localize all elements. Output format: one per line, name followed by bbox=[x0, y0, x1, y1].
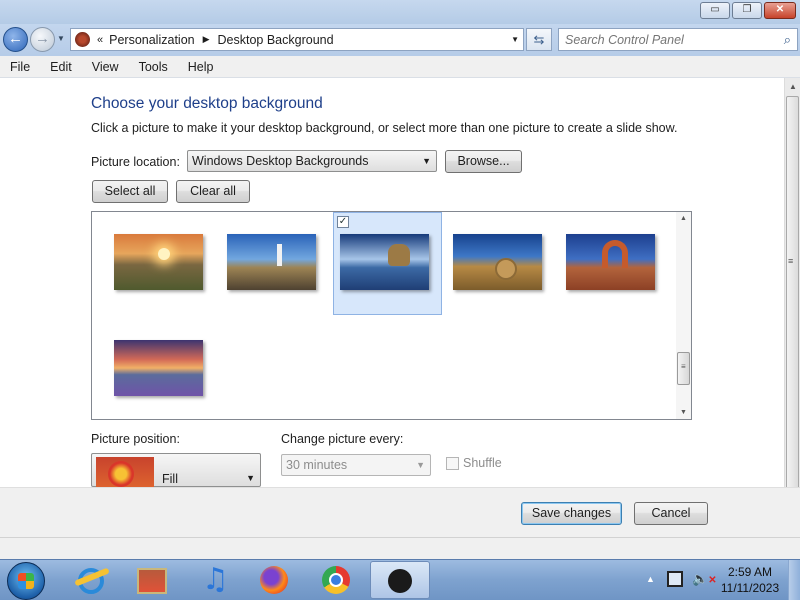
wallpaper-hay-bale[interactable] bbox=[453, 234, 542, 290]
page-scroll-thumb[interactable] bbox=[786, 96, 799, 500]
chevron-down-icon: ▼ bbox=[416, 460, 425, 470]
gallery-scrollbar[interactable]: ▲ ≡ ▼ bbox=[676, 212, 691, 419]
breadcrumb-separator-icon[interactable]: ▶ bbox=[203, 34, 210, 45]
change-picture-every-label: Change picture every: bbox=[281, 432, 404, 446]
minimize-button[interactable]: ▭ bbox=[700, 2, 730, 19]
back-button[interactable]: ← bbox=[3, 27, 28, 52]
history-dropdown-icon[interactable]: ▼ bbox=[57, 34, 65, 43]
page-description: Click a picture to make it your desktop … bbox=[91, 121, 678, 135]
picture-position-select[interactable]: Fill ▼ bbox=[91, 453, 261, 497]
select-all-button[interactable]: Select all bbox=[92, 180, 168, 203]
arch-shape bbox=[602, 240, 628, 268]
browse-button[interactable]: Browse... bbox=[445, 150, 522, 173]
maximize-button[interactable]: ❐ bbox=[732, 2, 762, 19]
menu-edit[interactable]: Edit bbox=[40, 60, 82, 74]
tray-overflow-icon[interactable]: ▲ bbox=[646, 574, 655, 584]
chrome-center bbox=[329, 573, 343, 587]
firefox-icon[interactable] bbox=[249, 561, 299, 599]
address-bar[interactable]: « Personalization ▶ Desktop Background ▼ bbox=[70, 28, 524, 51]
tile-checkbox[interactable]: ✓ bbox=[337, 216, 349, 228]
search-box: ⌕ bbox=[558, 28, 798, 51]
clock-date: 11/11/2023 bbox=[720, 581, 780, 595]
menu-view[interactable]: View bbox=[82, 60, 129, 74]
close-button[interactable]: ✕ bbox=[764, 2, 796, 19]
windows-start-icon[interactable] bbox=[7, 562, 45, 600]
change-picture-every-value: 30 minutes bbox=[286, 458, 348, 472]
wallpaper-lake-rock[interactable] bbox=[340, 234, 429, 290]
volume-muted-icon[interactable]: 🔈✕ bbox=[692, 571, 717, 587]
gallery-scroll-thumb[interactable]: ≡ bbox=[677, 352, 690, 385]
forward-arrow-icon: → bbox=[35, 30, 50, 47]
scroll-up-icon[interactable]: ▲ bbox=[680, 215, 687, 222]
wallpaper-sunset-mountains[interactable] bbox=[114, 234, 203, 290]
search-icon[interactable]: ⌕ bbox=[784, 32, 791, 48]
chrome-logo bbox=[322, 566, 350, 594]
grip-icon: ≡ bbox=[681, 362, 686, 371]
store-box bbox=[137, 568, 167, 594]
refresh-icon: ⇆ bbox=[533, 32, 545, 47]
clock-time: 2:59 AM bbox=[727, 565, 773, 579]
system-clock[interactable]: 2:59 AM 11/11/2023 bbox=[718, 564, 782, 596]
menu-bar: File Edit View Tools Help bbox=[0, 56, 800, 78]
window-controls: ▭ ❐ ✕ bbox=[700, 2, 796, 19]
store-icon[interactable] bbox=[127, 561, 177, 599]
picture-location-value: Windows Desktop Backgrounds bbox=[192, 154, 369, 168]
rock-shape bbox=[388, 244, 410, 266]
show-desktop-button[interactable] bbox=[788, 560, 800, 600]
back-arrow-icon: ← bbox=[8, 30, 23, 47]
shuffle-label: Shuffle bbox=[463, 456, 502, 470]
control-panel-icon bbox=[75, 32, 90, 47]
breadcrumb-desktop-background[interactable]: Desktop Background bbox=[218, 33, 334, 47]
picture-location-label: Picture location: bbox=[91, 155, 180, 169]
navigation-bar: ← → ▼ « Personalization ▶ Desktop Backgr… bbox=[0, 24, 800, 56]
address-dropdown-icon[interactable]: ▼ bbox=[511, 35, 519, 44]
firefox-logo bbox=[260, 566, 288, 594]
scroll-down-icon[interactable]: ▼ bbox=[680, 409, 687, 416]
picture-position-label: Picture position: bbox=[91, 432, 180, 446]
windows-logo bbox=[18, 573, 34, 589]
grip-icon: ≡ bbox=[788, 256, 794, 266]
picture-location-select[interactable]: Windows Desktop Backgrounds ▼ bbox=[187, 150, 437, 172]
wallpaper-delicate-arch[interactable] bbox=[566, 234, 655, 290]
taskbar: ♫ ▲ 🔈✕ 2:59 AM 11/11/2023 bbox=[0, 559, 800, 600]
action-footer: Save changes Cancel bbox=[0, 487, 800, 537]
control-panel-taskbar-icon[interactable] bbox=[370, 561, 430, 599]
page-scrollbar[interactable]: ▲ ≡ bbox=[784, 78, 800, 500]
menu-help[interactable]: Help bbox=[178, 60, 224, 74]
hay-bale-shape bbox=[495, 258, 517, 280]
refresh-button[interactable]: ⇆ bbox=[526, 28, 552, 51]
forward-button[interactable]: → bbox=[30, 27, 55, 52]
itunes-icon[interactable]: ♫ bbox=[188, 561, 238, 599]
network-icon[interactable] bbox=[667, 571, 683, 587]
window-title-bar: ▭ ❐ ✕ bbox=[0, 0, 800, 24]
wallpaper-lupine-lake[interactable] bbox=[114, 340, 203, 396]
chevron-down-icon: ▼ bbox=[246, 473, 255, 483]
internet-explorer-icon[interactable] bbox=[66, 561, 116, 599]
shuffle-checkbox[interactable] bbox=[446, 457, 459, 470]
flower-icon bbox=[108, 461, 134, 487]
picture-position-value: Fill bbox=[162, 472, 178, 486]
save-changes-button[interactable]: Save changes bbox=[521, 502, 622, 525]
chevron-down-icon: ▼ bbox=[422, 156, 431, 166]
clear-all-button[interactable]: Clear all bbox=[176, 180, 250, 203]
scroll-up-icon[interactable]: ▲ bbox=[789, 82, 797, 91]
main-content: Choose your desktop background Click a p… bbox=[0, 78, 784, 497]
lighthouse-shape bbox=[277, 244, 282, 266]
menu-tools[interactable]: Tools bbox=[129, 60, 178, 74]
breadcrumb-personalization[interactable]: Personalization bbox=[109, 33, 194, 47]
control-panel-glyph bbox=[388, 569, 412, 593]
music-note-icon: ♫ bbox=[202, 562, 229, 597]
search-input[interactable] bbox=[559, 29, 769, 50]
wallpaper-lighthouse-coast[interactable] bbox=[227, 234, 316, 290]
chrome-icon[interactable] bbox=[311, 561, 361, 599]
breadcrumb-overflow[interactable]: « bbox=[97, 34, 103, 46]
change-picture-every-select[interactable]: 30 minutes ▼ bbox=[281, 454, 431, 476]
status-bar bbox=[0, 537, 800, 559]
cancel-button[interactable]: Cancel bbox=[634, 502, 708, 525]
page-title: Choose your desktop background bbox=[91, 95, 323, 112]
picture-gallery: ✓ ▲ ≡ ▼ bbox=[91, 211, 692, 420]
menu-file[interactable]: File bbox=[0, 60, 40, 74]
sun-shape bbox=[158, 248, 170, 260]
